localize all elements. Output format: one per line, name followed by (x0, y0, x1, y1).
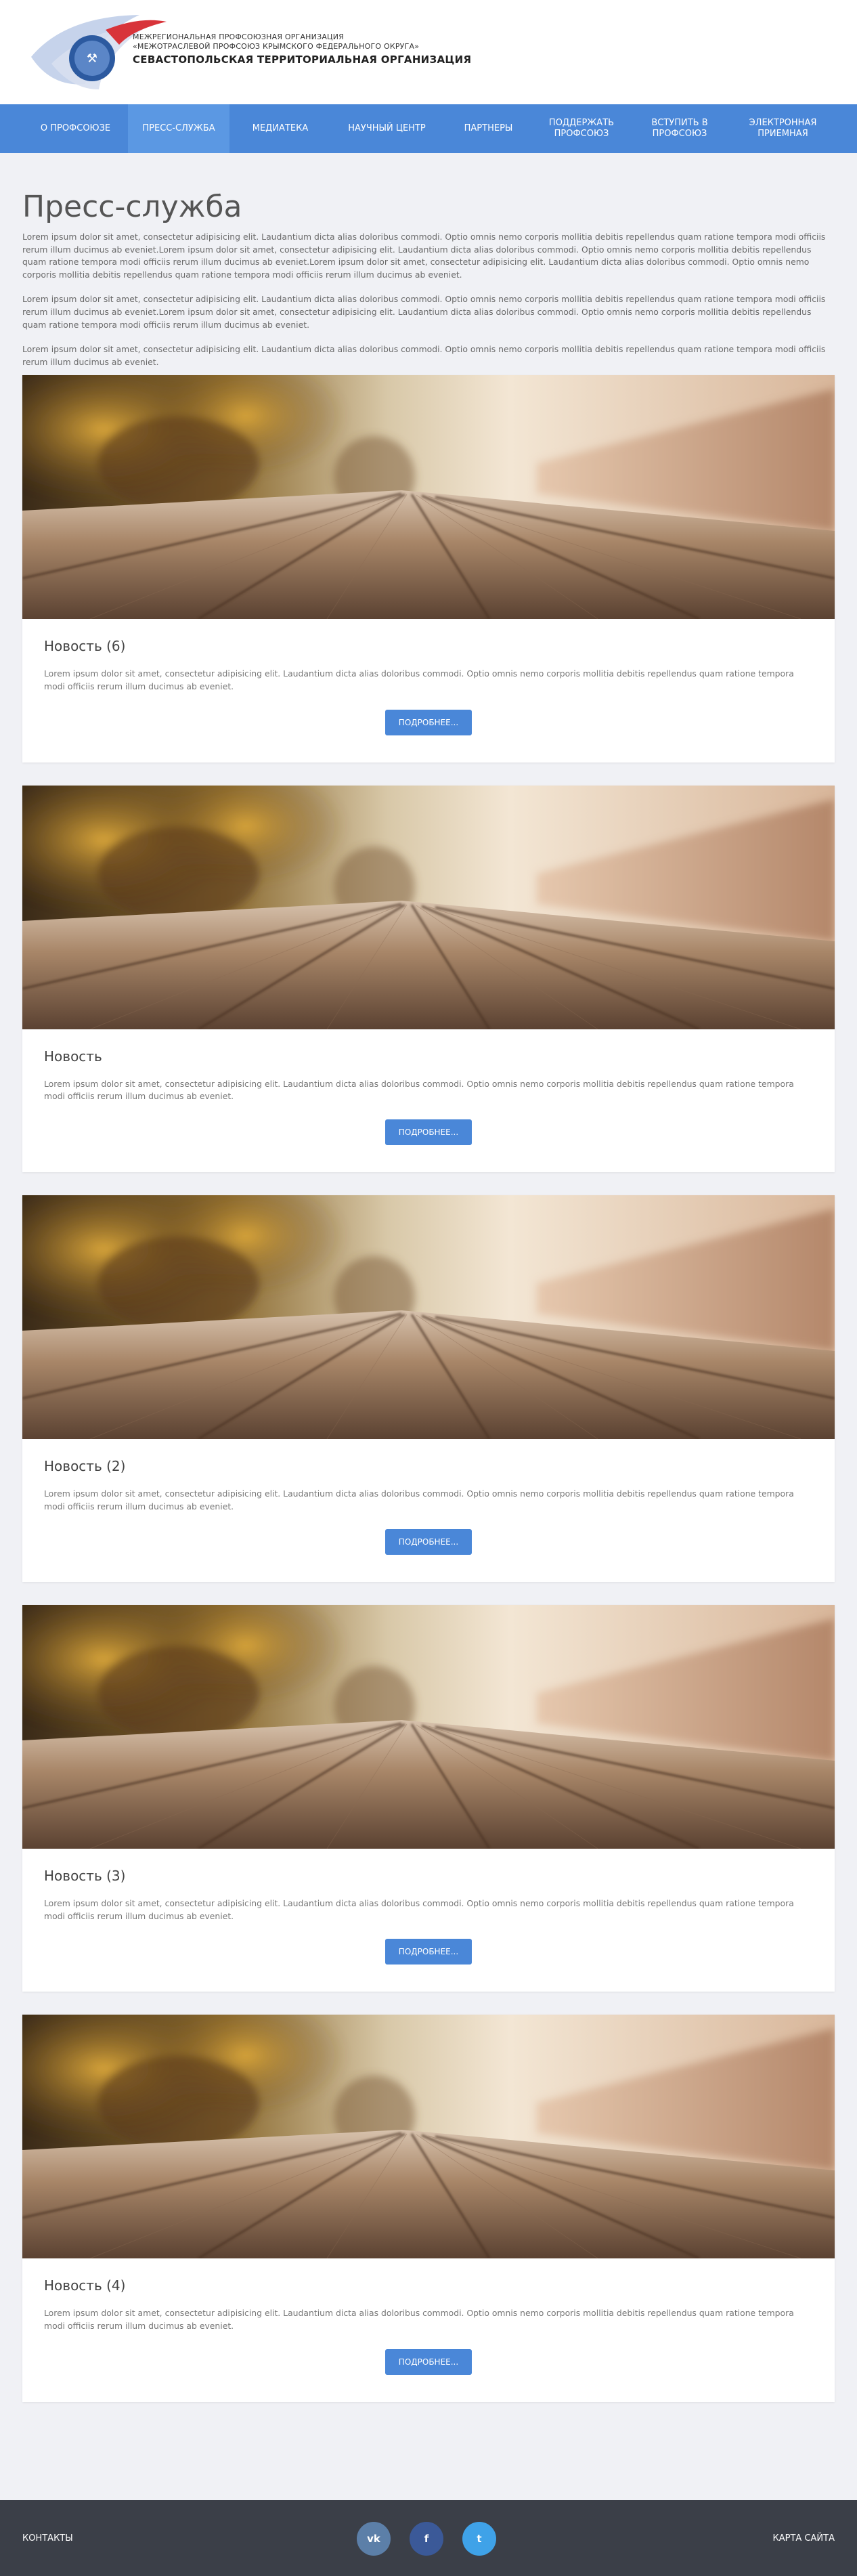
news-image[interactable] (22, 375, 835, 619)
news-card: Новость (4) Lorem ipsum dolor sit amet, … (22, 2015, 835, 2402)
page-title: Пресс-служба (22, 190, 242, 224)
nav-item-media[interactable]: МЕДИАТЕКА (229, 104, 331, 153)
intro-paragraph: Lorem ipsum dolor sit amet, consectetur … (22, 294, 826, 330)
read-more-button[interactable]: ПОДРОБНЕЕ... (385, 1529, 472, 1555)
read-more-button[interactable]: ПОДРОБНЕЕ... (385, 1939, 472, 1965)
news-excerpt: Lorem ipsum dolor sit amet, consectetur … (44, 1078, 794, 1102)
social-links: vk f t (357, 2522, 496, 2556)
news-excerpt: Lorem ipsum dolor sit amet, consectetur … (44, 668, 794, 692)
org-name: СЕВАСТОПОЛЬСКАЯ ТЕРРИТОРИАЛЬНАЯ ОРГАНИЗА… (133, 53, 472, 66)
news-card: Новость (2) Lorem ipsum dolor sit amet, … (22, 1195, 835, 1583)
contacts-link[interactable]: КОНТАКТЫ (22, 2533, 73, 2543)
org-line-1: МЕЖРЕГИОНАЛЬНАЯ ПРОФСОЮЗНАЯ ОРГАНИЗАЦИЯ (133, 33, 345, 41)
news-image[interactable] (22, 1605, 835, 1849)
news-card: Новость (3) Lorem ipsum dolor sit amet, … (22, 1605, 835, 1992)
news-image[interactable] (22, 1195, 835, 1439)
news-title[interactable]: Новость (6) (44, 638, 813, 654)
main-content: Пресс-служба Lorem ipsum dolor sit amet,… (0, 190, 857, 2402)
site-header: ⚒ МЕЖРЕГИОНАЛЬНАЯ ПРОФСОЮЗНАЯ ОРГАНИЗАЦИ… (0, 0, 857, 104)
read-more-button[interactable]: ПОДРОБНЕЕ... (385, 1119, 472, 1145)
news-title[interactable]: Новость (4) (44, 2277, 813, 2294)
sitemap-link[interactable]: КАРТА САЙТА (773, 2533, 835, 2543)
twitter-icon[interactable]: t (462, 2522, 496, 2556)
news-card: Новость (6) Lorem ipsum dolor sit amet, … (22, 375, 835, 763)
news-excerpt: Lorem ipsum dolor sit amet, consectetur … (44, 2308, 794, 2331)
nav-item-reception[interactable]: ЭЛЕКТРОННАЯ ПРИЕМНАЯ (730, 104, 835, 153)
nav-item-press[interactable]: ПРЕСС-СЛУЖБА (128, 104, 229, 153)
vk-icon[interactable]: vk (357, 2522, 391, 2556)
news-card: Новость Lorem ipsum dolor sit amet, cons… (22, 785, 835, 1172)
intro-text: Lorem ipsum dolor sit amet, consectetur … (22, 231, 835, 368)
nav-item-science[interactable]: НАУЧНЫЙ ЦЕНТР (331, 104, 443, 153)
read-more-button[interactable]: ПОДРОБНЕЕ... (385, 709, 472, 735)
news-title[interactable]: Новость (2) (44, 1458, 813, 1474)
intro-paragraph: Lorem ipsum dolor sit amet, consectetur … (22, 232, 826, 280)
news-image[interactable] (22, 2015, 835, 2258)
news-excerpt: Lorem ipsum dolor sit amet, consectetur … (44, 1898, 794, 1921)
news-title[interactable]: Новость (44, 1048, 813, 1065)
org-title-block: МЕЖРЕГИОНАЛЬНАЯ ПРОФСОЮЗНАЯ ОРГАНИЗАЦИЯ … (133, 33, 471, 66)
org-line-2: «МЕЖОТРАСЛЕВОЙ ПРОФСОЮЗ КРЫМСКОГО ФЕДЕРА… (133, 42, 420, 51)
news-image[interactable] (22, 786, 835, 1029)
svg-text:⚒: ⚒ (87, 51, 97, 66)
news-title[interactable]: Новость (3) (44, 1868, 813, 1884)
main-nav: О ПРОФСОЮЗЕ ПРЕСС-СЛУЖБА МЕДИАТЕКА НАУЧН… (0, 104, 857, 153)
read-more-button[interactable]: ПОДРОБНЕЕ... (385, 2348, 472, 2375)
intro-paragraph: Lorem ipsum dolor sit amet, consectetur … (22, 344, 826, 367)
nav-item-partners[interactable]: ПАРТНЕРЫ (443, 104, 534, 153)
facebook-icon[interactable]: f (410, 2522, 443, 2556)
news-excerpt: Lorem ipsum dolor sit amet, consectetur … (44, 1488, 794, 1511)
site-footer: КОНТАКТЫ vk f t КАРТА САЙТА (0, 2500, 857, 2576)
nav-item-join[interactable]: ВСТУПИТЬ В ПРОФСОЮЗ (629, 104, 730, 153)
nav-item-about[interactable]: О ПРОФСОЮЗЕ (23, 104, 128, 153)
nav-item-support[interactable]: ПОДДЕРЖАТЬ ПРОФСОЮЗ (534, 104, 629, 153)
